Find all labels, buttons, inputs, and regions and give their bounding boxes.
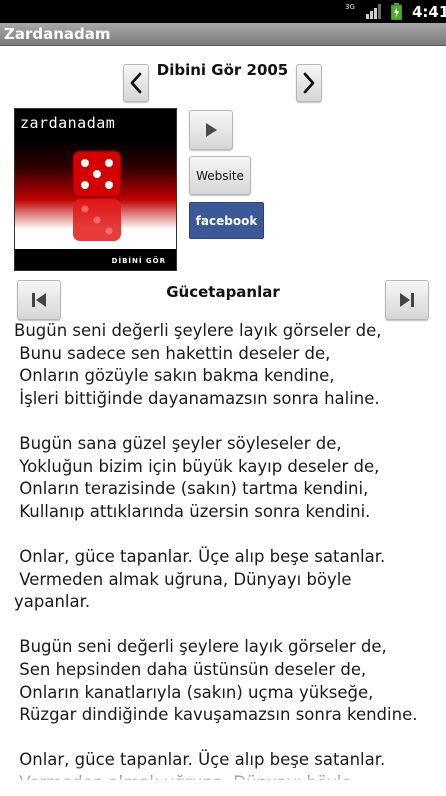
lyric-line: yapanlar. <box>14 592 91 612</box>
lyric-line: Onların gözüyle sakın bakma kendine, <box>14 366 335 386</box>
lyric-line: Onların terazisinde (sakın) tartma kendi… <box>14 479 369 499</box>
lyric-line: Bugün sana güzel şeyler söyleseler de, <box>14 433 342 453</box>
lyrics-text: Bugün seni değerli şeylere layık görsele… <box>14 320 434 780</box>
lyric-line: Bunu sadece sen hakettin deseler de, <box>14 343 331 363</box>
clock-time: 4:41 <box>412 3 446 21</box>
lyric-stanza-gap <box>14 523 434 546</box>
previous-album-button[interactable] <box>123 64 149 102</box>
signal-strength-icon <box>366 4 381 19</box>
lyric-line: Kullanıp attıklarında üzersin sonra kend… <box>14 501 371 521</box>
lyric-line: Yokluğun bizim için büyük kayıp deseler … <box>14 456 380 476</box>
lyric-line: Bugün seni değerli şeylere layık görsele… <box>14 321 382 340</box>
lyric-line: İşleri bittiğinde dayanamazsın sonra hal… <box>14 388 380 408</box>
lyric-stanza-gap <box>14 727 434 750</box>
facebook-button[interactable]: facebook <box>189 202 264 239</box>
lyric-line: Sen hepsinden daha üstünsün deseler de, <box>14 659 367 679</box>
skip-next-icon <box>400 293 414 307</box>
lyric-line: Onlar, güce tapanlar. Üçe alıp beşe sata… <box>14 546 386 566</box>
lyrics-scroll-fade <box>0 765 446 796</box>
status-bar: 3G 4:41 <box>0 0 446 23</box>
lyric-line: Bugün seni değerli şeylere layık görsele… <box>14 637 387 657</box>
album-title: Dibini Gör 2005 <box>156 61 289 79</box>
dice-icon <box>72 150 122 241</box>
app-title-bar: Zardanadam <box>0 23 446 46</box>
chevron-left-icon <box>130 72 142 94</box>
lyric-stanza-gap <box>14 614 434 637</box>
lyric-line: Vermeden almak uğruna, Dünyayı böyle <box>14 569 352 589</box>
lyric-line: Onların kanatlarıyla (sakın) uçma yükseğ… <box>14 682 374 702</box>
website-button[interactable]: Website <box>189 156 251 195</box>
album-cover-image: zardanadam DİBİNİ GÖR <box>14 108 177 271</box>
previous-song-button[interactable] <box>17 280 61 320</box>
lyric-stanza-gap <box>14 410 434 433</box>
chevron-right-icon <box>303 72 315 94</box>
next-album-button[interactable] <box>296 64 322 102</box>
lyric-line: Rüzgar dindiğinde kavuşamazsın sonra ken… <box>14 705 418 725</box>
play-icon <box>206 123 217 137</box>
cover-album-caption: DİBİNİ GÖR <box>111 257 166 265</box>
cover-band-name: zardanadam <box>20 114 116 132</box>
app-title: Zardanadam <box>4 25 111 43</box>
next-song-button[interactable] <box>385 280 429 320</box>
play-button[interactable] <box>189 110 233 150</box>
network-type-indicator: 3G <box>345 3 355 11</box>
song-title: Gücetapanlar <box>166 283 280 301</box>
battery-charging-icon <box>391 3 402 20</box>
skip-previous-icon <box>32 293 46 307</box>
